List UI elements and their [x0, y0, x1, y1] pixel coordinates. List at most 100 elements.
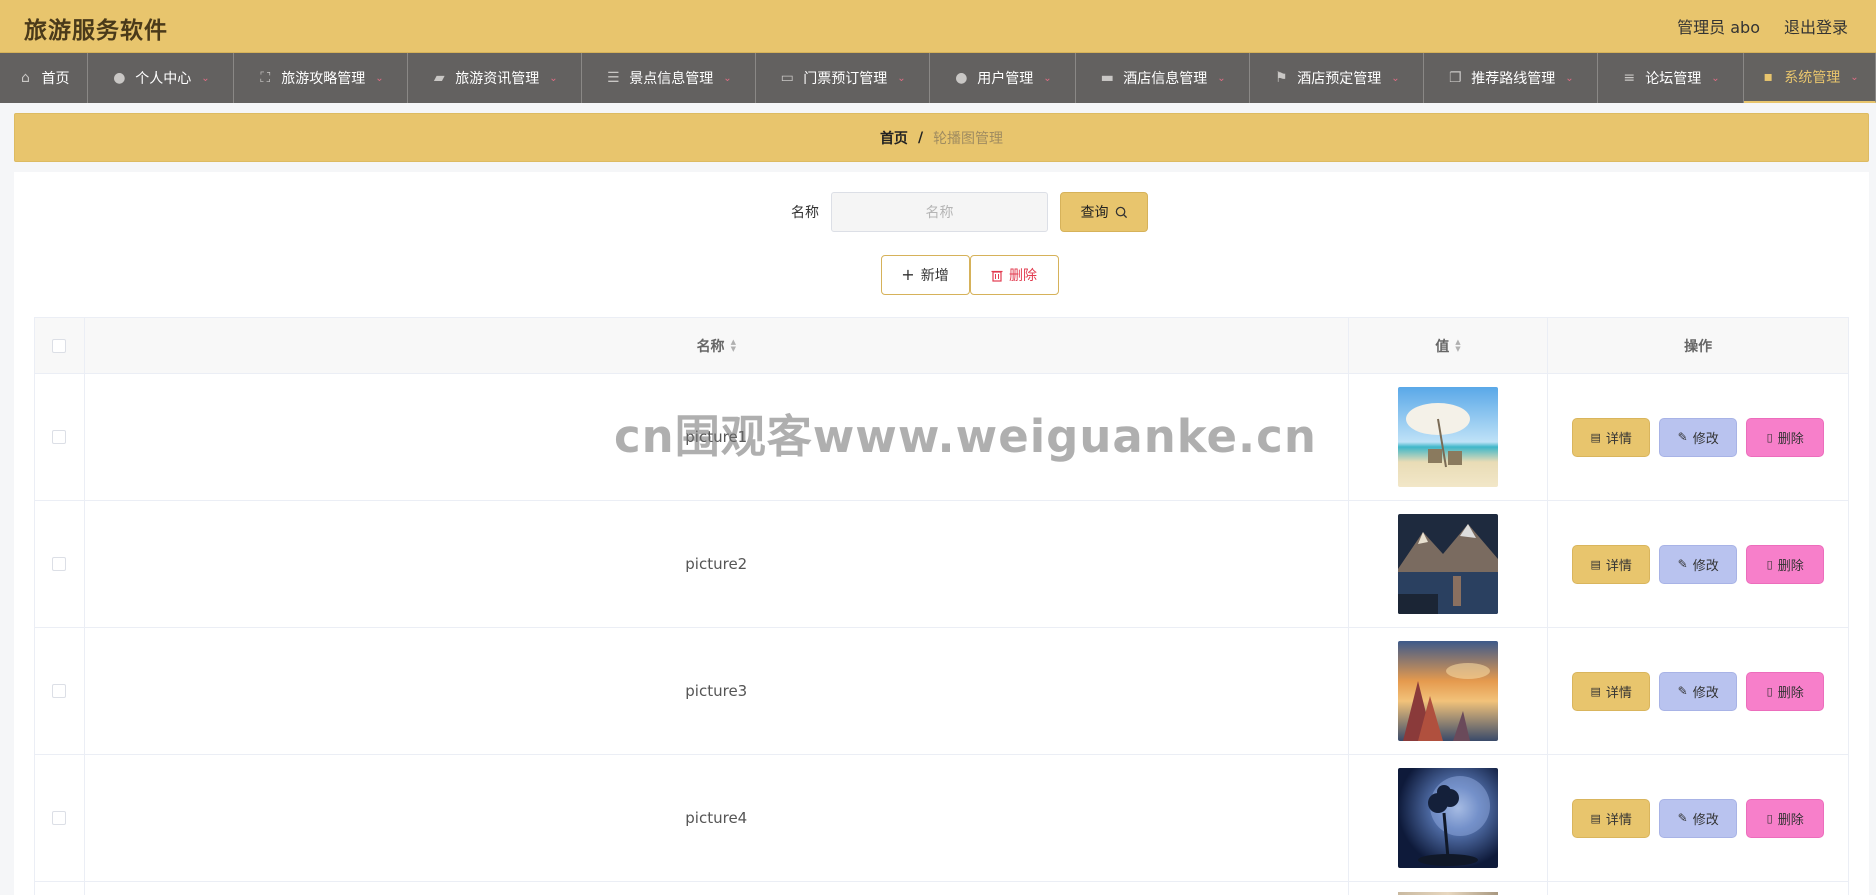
- delete-label: 删除: [1777, 685, 1804, 701]
- copy-icon: ❐: [1449, 70, 1462, 86]
- nav-item-11[interactable]: ▪ 系统管理 ⌄: [1744, 53, 1876, 103]
- logout-link[interactable]: 退出登录: [1784, 14, 1848, 38]
- column-header-ops: 操作: [1548, 318, 1848, 373]
- chevron-down-icon: ⌄: [723, 72, 732, 84]
- row-checkbox-cell: [35, 628, 85, 754]
- chevron-down-icon: ⌄: [1043, 72, 1052, 84]
- nav-item-label: 个人中心: [135, 71, 192, 87]
- detail-button[interactable]: ▤ 详情: [1572, 544, 1651, 584]
- row-name-cell: picture2: [85, 501, 1349, 627]
- nav-item-label: 旅游资讯管理: [455, 71, 540, 87]
- detail-button[interactable]: ▤ 详情: [1572, 798, 1651, 838]
- row-name: picture4: [685, 809, 748, 827]
- row-ops-cell: [1548, 882, 1848, 895]
- row-ops-cell: ▤ 详情 ✎ 修改 ▯ 删除: [1548, 501, 1848, 627]
- data-table: 名称 ▲ ▼ 值 ▲ ▼ 操作 picture1 ▤ 详情 ✎ 修改 ▯ 删除 picture2 ▤…: [34, 317, 1849, 895]
- nav-item-4[interactable]: ☰ 景点信息管理 ⌄: [582, 53, 756, 103]
- column-header-name[interactable]: 名称 ▲ ▼: [85, 318, 1349, 373]
- row-checkbox-cell: [35, 882, 85, 895]
- header-checkbox-cell: [35, 318, 85, 373]
- trash-icon: ▯: [1766, 684, 1773, 698]
- search-label: 名称: [791, 205, 819, 221]
- breadcrumb-current: 轮播图管理: [933, 130, 1004, 147]
- header-user-area: 管理员 abo 退出登录: [1677, 14, 1848, 38]
- pencil-icon: ✎: [1677, 684, 1688, 698]
- detail-label: 详情: [1605, 812, 1632, 828]
- row-checkbox[interactable]: [52, 430, 67, 444]
- delete-button[interactable]: ▯ 删除: [1746, 671, 1825, 711]
- batch-delete-button[interactable]: 删除: [969, 255, 1059, 295]
- chevron-down-icon: ⌄: [375, 72, 384, 84]
- nav-item-3[interactable]: ▰ 旅游资讯管理 ⌄: [408, 53, 582, 103]
- moon-tree-image: [1397, 768, 1498, 868]
- nav-item-9[interactable]: ❐ 推荐路线管理 ⌄: [1424, 53, 1598, 103]
- detail-label: 详情: [1605, 558, 1632, 574]
- main-nav: ⌂ 首页 ● 个人中心 ⌄ ⛶ 旅游攻略管理 ⌄ ▰ 旅游资讯管理 ⌄ ☰ 景点信息管理 ⌄ ▭ 门票预订管理…: [0, 53, 1876, 103]
- chevron-down-icon: ⌄: [549, 72, 558, 84]
- edit-button[interactable]: ✎ 修改: [1659, 671, 1738, 711]
- flag-icon: ⚑: [1275, 70, 1288, 86]
- edit-button[interactable]: ✎ 修改: [1659, 544, 1738, 584]
- chevron-down-icon: ⌄: [1217, 72, 1226, 84]
- nav-item-2[interactable]: ⛶ 旅游攻略管理 ⌄: [234, 53, 408, 103]
- nav-item-6[interactable]: ● 用户管理 ⌄: [930, 53, 1076, 103]
- row-checkbox[interactable]: [52, 684, 67, 698]
- nav-item-10[interactable]: ≡ 论坛管理 ⌄: [1598, 53, 1744, 103]
- nav-item-5[interactable]: ▭ 门票预订管理 ⌄: [756, 53, 930, 103]
- delete-button[interactable]: ▯ 删除: [1746, 417, 1825, 457]
- delete-button[interactable]: ▯ 删除: [1746, 798, 1825, 838]
- trash-icon: ▯: [1766, 811, 1773, 825]
- document-icon: ▤: [1590, 430, 1601, 444]
- edit-label: 修改: [1692, 685, 1719, 701]
- sliders-icon: ☰: [607, 70, 620, 86]
- sort-icon[interactable]: ▲ ▼: [731, 338, 736, 353]
- column-ops-label: 操作: [1684, 338, 1713, 355]
- column-header-value[interactable]: 值 ▲ ▼: [1349, 318, 1549, 373]
- table-body: picture1 ▤ 详情 ✎ 修改 ▯ 删除 picture2 ▤ 详情 ✎ 修改 ▯ 删除 pictur…: [35, 374, 1848, 895]
- row-checkbox[interactable]: [52, 811, 67, 825]
- row-name: picture2: [685, 555, 748, 573]
- row-name-cell: picture3: [85, 628, 1349, 754]
- breadcrumb: 首页 / 轮播图管理: [14, 113, 1869, 162]
- detail-button[interactable]: ▤ 详情: [1572, 417, 1651, 457]
- nav-item-8[interactable]: ⚑ 酒店预定管理 ⌄: [1250, 53, 1424, 103]
- fullscreen-icon: ⛶: [260, 70, 271, 86]
- add-button[interactable]: + 新增: [880, 255, 970, 295]
- admin-user-label: 管理员 abo: [1677, 18, 1760, 37]
- edit-button[interactable]: ✎ 修改: [1659, 417, 1738, 457]
- user-icon: ●: [113, 70, 126, 86]
- user-icon: ●: [955, 70, 968, 86]
- detail-button[interactable]: ▤ 详情: [1572, 671, 1651, 711]
- breadcrumb-home[interactable]: 首页: [880, 128, 908, 148]
- row-checkbox[interactable]: [52, 557, 67, 571]
- nav-item-label: 系统管理: [1784, 70, 1841, 86]
- edit-button[interactable]: ✎ 修改: [1659, 798, 1738, 838]
- search-input[interactable]: [831, 192, 1048, 232]
- column-value-label: 值: [1435, 338, 1450, 355]
- nav-item-label: 用户管理: [977, 71, 1034, 87]
- action-toolbar: + 新增 删除: [14, 255, 1869, 295]
- column-name-label: 名称: [696, 338, 725, 355]
- chevron-down-icon: ⌄: [1391, 72, 1400, 84]
- app-title: 旅游服务软件: [24, 18, 168, 44]
- row-name-cell: picture4: [85, 755, 1349, 881]
- nav-item-7[interactable]: ▬ 酒店信息管理 ⌄: [1076, 53, 1250, 103]
- plus-icon: +: [901, 265, 915, 284]
- table-row: picture1 ▤ 详情 ✎ 修改 ▯ 删除: [35, 374, 1848, 501]
- edit-label: 修改: [1692, 558, 1719, 574]
- detail-label: 详情: [1605, 431, 1632, 447]
- row-checkbox-cell: [35, 501, 85, 627]
- row-value-cell: [1349, 882, 1549, 895]
- query-button[interactable]: 查询: [1060, 192, 1148, 232]
- pencil-icon: ✎: [1677, 430, 1688, 444]
- row-ops-cell: ▤ 详情 ✎ 修改 ▯ 删除: [1548, 628, 1848, 754]
- sunset-rocks-image: [1397, 641, 1498, 741]
- nav-item-0[interactable]: ⌂ 首页: [0, 53, 88, 103]
- sort-icon[interactable]: ▲ ▼: [1455, 338, 1460, 353]
- pencil-icon: ✎: [1677, 811, 1688, 825]
- select-all-checkbox[interactable]: [52, 338, 67, 353]
- nav-item-label: 论坛管理: [1645, 71, 1702, 87]
- chevron-down-icon: ⌄: [1850, 71, 1859, 83]
- delete-button[interactable]: ▯ 删除: [1746, 544, 1825, 584]
- nav-item-1[interactable]: ● 个人中心 ⌄: [88, 53, 234, 103]
